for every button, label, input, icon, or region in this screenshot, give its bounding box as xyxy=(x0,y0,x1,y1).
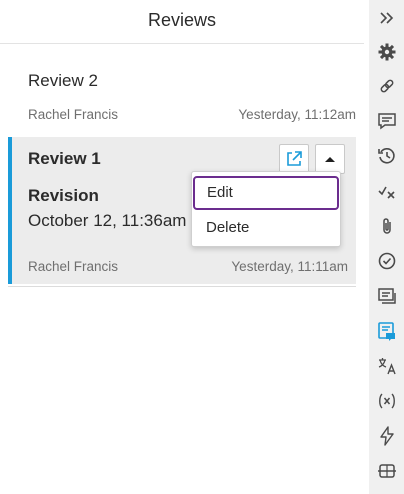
track-changes-icon xyxy=(378,186,395,199)
tasks-button[interactable] xyxy=(374,248,400,274)
check-circle-icon xyxy=(378,252,396,270)
review-menu-button[interactable] xyxy=(315,144,345,174)
review-author: Rachel Francis xyxy=(28,107,119,122)
split-icon xyxy=(378,464,396,478)
review-author: Rachel Francis xyxy=(28,259,119,274)
comments-button[interactable] xyxy=(374,108,400,134)
history-icon xyxy=(378,148,395,164)
attachment-icon xyxy=(383,218,391,234)
settings-button[interactable] xyxy=(374,39,400,65)
list-divider xyxy=(8,286,356,287)
external-link-icon xyxy=(287,151,302,166)
translate-button[interactable] xyxy=(374,353,400,379)
review-options-menu: Edit Delete xyxy=(191,171,341,247)
variables-button[interactable] xyxy=(374,388,400,414)
history-button[interactable] xyxy=(374,143,400,169)
lightning-icon xyxy=(380,426,394,446)
translate-icon xyxy=(378,358,396,375)
link-button[interactable] xyxy=(374,73,400,99)
split-view-button[interactable] xyxy=(374,458,400,484)
edit-menu-item[interactable]: Edit xyxy=(193,176,339,210)
review-title: Review 1 xyxy=(28,149,101,168)
attachments-button[interactable] xyxy=(374,213,400,239)
panel-header: Reviews xyxy=(0,0,364,44)
variable-icon xyxy=(379,393,395,409)
gear-icon xyxy=(378,43,396,61)
review-list-icon xyxy=(378,288,396,304)
reviews-panel-icon xyxy=(378,322,395,341)
link-icon xyxy=(380,79,394,93)
delete-menu-item[interactable]: Delete xyxy=(192,211,340,245)
track-changes-button[interactable] xyxy=(374,178,400,204)
review-timestamp: Yesterday, 11:11am xyxy=(231,259,348,274)
review-title: Review 2 xyxy=(28,71,98,90)
caret-up-icon xyxy=(325,157,335,162)
reviews-panel: Reviews Review 2 Rachel Francis Yesterda… xyxy=(0,0,364,494)
quick-actions-button[interactable] xyxy=(374,423,400,449)
reviews-panel-button[interactable] xyxy=(374,318,400,344)
page-title: Reviews xyxy=(147,10,217,30)
open-review-button[interactable] xyxy=(279,144,309,174)
review-list-button[interactable] xyxy=(374,283,400,309)
review-timestamp: Yesterday, 11:12am xyxy=(238,107,356,122)
right-toolbar xyxy=(369,0,404,494)
revision-date: October 12, 11:36am xyxy=(28,211,187,230)
collapse-button[interactable] xyxy=(374,5,400,31)
collapse-icon xyxy=(380,12,394,24)
comment-icon xyxy=(378,113,396,130)
review-item[interactable]: Review 2 Rachel Francis Yesterday, 11:12… xyxy=(8,55,356,130)
revision-label: Revision xyxy=(28,186,99,205)
